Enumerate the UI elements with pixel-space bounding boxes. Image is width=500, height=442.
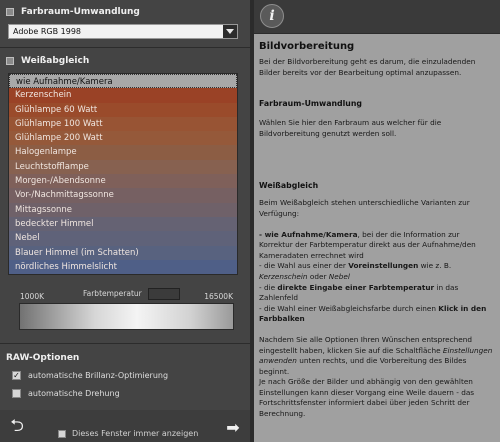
white-balance-option[interactable]: Vor-/Nachmittagssonne: [9, 188, 237, 203]
help-intro: Bei der Bildvorbereitung geht es darum, …: [259, 57, 476, 77]
help-bullet-temperature: - die direkte Eingabe einer Farbtemperat…: [259, 282, 459, 303]
help-heading-farbraum: Farbraum-Umwandlung: [259, 99, 362, 109]
temp-label: Farbtemperatur: [83, 289, 142, 298]
temp-min-label: 1000K: [20, 292, 45, 301]
help-farbraum-text: Wählen Sie hier den Farbraum aus welcher…: [259, 118, 442, 138]
white-balance-option[interactable]: Glühlampe 200 Watt: [9, 131, 237, 146]
help-bullet-camera: - wie Aufnahme/Kamera, bei der die Infor…: [259, 229, 476, 260]
farbraum-title: Farbraum-Umwandlung: [21, 7, 140, 17]
raw-section-header: RAW-Optionen: [6, 351, 79, 365]
white-balance-option[interactable]: Glühlampe 60 Watt: [9, 102, 237, 117]
help-heading-weissabgleich: Weißabgleich: [259, 181, 319, 191]
white-balance-list[interactable]: wie Aufnahme/Kamera Kerzenschein Glühlampe…: [8, 73, 238, 276]
white-balance-option[interactable]: Halogenlampe: [9, 145, 237, 160]
color-temperature-row: 1000K Farbtemperatur 16500K: [20, 288, 235, 303]
bottom-bar: ⮌ Dieses Fenster immer anzeigen ➡: [0, 410, 250, 442]
weissabgleich-section-header[interactable]: Weißabgleich: [6, 54, 89, 68]
help-title: Bildvorbereitung: [259, 41, 355, 52]
auto-brilliance-option[interactable]: ✓ automatische Brillanz-Optimierung: [12, 371, 168, 380]
white-balance-option[interactable]: Leuchtstofflampe: [9, 159, 237, 175]
right-arrow-icon: ➡: [226, 417, 240, 437]
weissabgleich-title: Weißabgleich: [21, 56, 90, 66]
help-weissabgleich-text: Beim Weißabgleich stehen unterschiedlich…: [259, 198, 470, 218]
settings-panel: Farbraum-Umwandlung Adobe RGB 1998 Weißa…: [0, 0, 250, 442]
color-space-value: Adobe RGB 1998: [13, 27, 81, 36]
white-balance-option[interactable]: Glühlampe 100 Watt: [9, 116, 237, 132]
auto-rotate-option[interactable]: automatische Drehung: [12, 389, 120, 398]
always-show-checkbox[interactable]: [58, 429, 66, 438]
white-balance-option[interactable]: Blauer Himmel (im Schatten): [9, 245, 237, 260]
auto-rotate-label: automatische Drehung: [28, 389, 120, 398]
checkmark-icon: ✓: [13, 370, 20, 380]
auto-rotate-checkbox[interactable]: [12, 389, 21, 398]
temp-max-label: 16500K: [204, 292, 233, 301]
farbraum-section-header[interactable]: Farbraum-Umwandlung: [6, 5, 140, 19]
help-bullet-colorbar: - die Wahl einer Weißabgleichsfarbe durc…: [259, 303, 487, 324]
white-balance-option[interactable]: nördliches Himmelslicht: [9, 259, 237, 275]
color-temperature-input[interactable]: [148, 288, 180, 300]
always-show-label: Dieses Fenster immer anzeigen: [72, 429, 199, 438]
help-panel: i Bildvorbereitung Bei der Bildvorbereit…: [254, 0, 500, 442]
color-temperature-bar[interactable]: [19, 303, 234, 330]
white-balance-option[interactable]: Mittagssonne: [9, 202, 237, 217]
help-apply-text: Nachdem Sie alle Optionen Ihren Wünschen…: [259, 334, 493, 376]
always-show-option[interactable]: Dieses Fenster immer anzeigen: [58, 429, 198, 438]
back-button[interactable]: ⮌: [5, 416, 29, 438]
raw-title: RAW-Optionen: [6, 353, 80, 363]
white-balance-option[interactable]: bedeckter Himmel: [9, 216, 237, 232]
undo-arrow-icon: ⮌: [10, 415, 24, 436]
help-text-area: Bildvorbereitung Bei der Bildvorbereitun…: [254, 33, 500, 442]
white-balance-option[interactable]: Nebel: [9, 231, 237, 246]
auto-brilliance-label: automatische Brillanz-Optimierung: [28, 371, 169, 380]
divider: [0, 47, 250, 48]
next-button[interactable]: ➡: [221, 416, 245, 438]
help-progress-text: Je nach Größe der Bilder und abhängig vo…: [259, 377, 475, 419]
white-balance-option[interactable]: wie Aufnahme/Kamera: [9, 74, 237, 89]
auto-brilliance-checkbox[interactable]: ✓: [12, 371, 21, 380]
farbraum-toggle-checkbox[interactable]: [6, 8, 14, 16]
weissabgleich-toggle-checkbox[interactable]: [6, 57, 14, 65]
help-bullet-presets: - die Wahl aus einer der Voreinstellunge…: [259, 261, 452, 281]
white-balance-option[interactable]: Morgen-/Abendsonne: [9, 174, 237, 189]
info-icon[interactable]: i: [260, 4, 284, 28]
divider: [0, 343, 250, 344]
chevron-down-icon[interactable]: [223, 25, 237, 38]
white-balance-option[interactable]: Kerzenschein: [9, 88, 237, 103]
color-space-select[interactable]: Adobe RGB 1998: [8, 24, 238, 39]
